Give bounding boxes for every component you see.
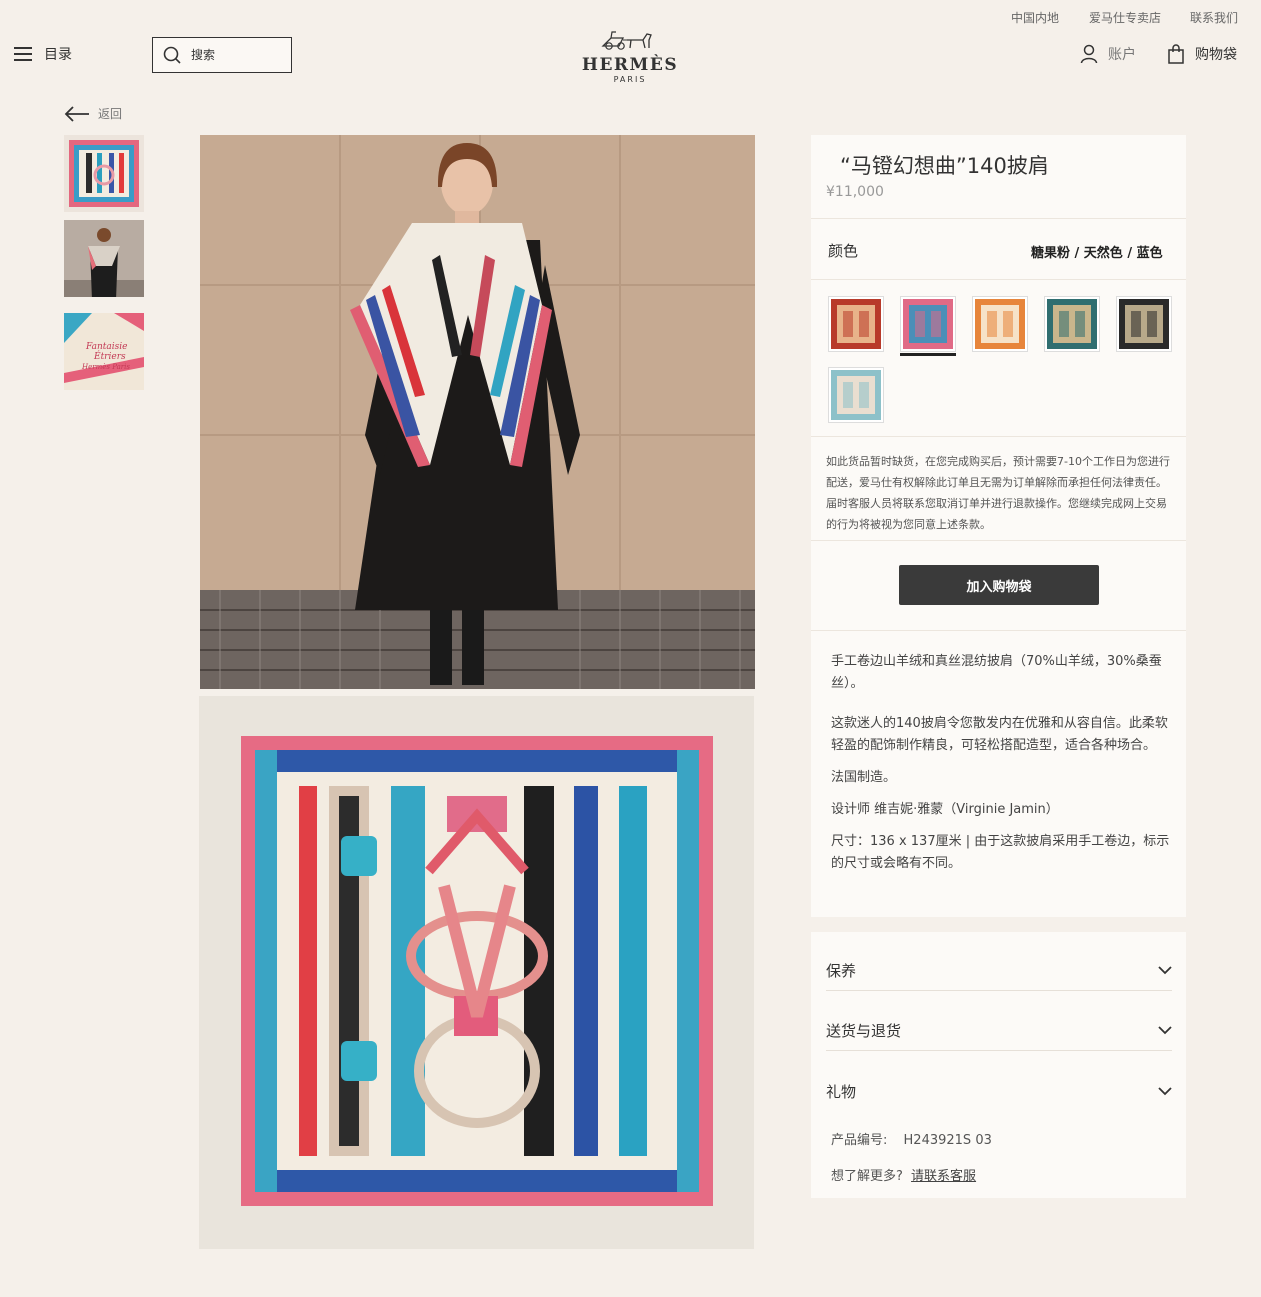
description-origin: 法国制造。 [831, 770, 897, 785]
thumb-text-1: Fantaisie [85, 342, 127, 352]
model-thumbnail-image [64, 220, 144, 297]
swatch-scarf-image [903, 299, 953, 349]
brand-logo[interactable]: HERMÈS PARIS [580, 28, 680, 84]
more-info-row: 想了解更多? 请联系客服 [831, 1165, 976, 1184]
thumb-text-3: Hermès Paris [81, 363, 130, 371]
carriage-logo-icon [601, 31, 652, 50]
thumbnail-3[interactable]: Fantaisie Étriers Hermès Paris [64, 313, 144, 390]
hamburger-icon [14, 47, 32, 61]
back-label: 返回 [98, 107, 123, 121]
thumb-text-2: Étriers [93, 350, 126, 362]
search-input[interactable] [191, 48, 281, 62]
logo-brand: HERMÈS [581, 55, 679, 75]
accordion-label: 送货与退货 [826, 1022, 902, 1040]
account-label: 账户 [1108, 47, 1136, 63]
description-designer: 设计师 维吉妮·雅蒙（Virginie Jamin） [831, 802, 1059, 817]
add-to-bag-button[interactable]: 加入购物袋 [899, 565, 1099, 605]
product-price: ¥11,000 [826, 184, 884, 200]
bag-label: 购物袋 [1195, 47, 1237, 63]
scarf-flat-thumbnail-image [64, 135, 144, 212]
color-value: 糖果粉 / 天然色 / 蓝色 [1031, 246, 1163, 261]
swatch-scarf-image [1119, 299, 1169, 349]
search-icon [163, 46, 181, 64]
divider [811, 279, 1186, 280]
scarf-detail-thumbnail-image: Fantaisie Étriers Hermès Paris [64, 313, 144, 390]
sku-label: 产品编号: [831, 1133, 888, 1148]
divider [811, 218, 1186, 219]
logo-sub: PARIS [613, 75, 647, 84]
stock-notice: 如此货品暂时缺货，在您完成购买后，预计需要7-10个工作日为您进行配送，爱马仕有… [826, 455, 1170, 531]
account-button[interactable]: 账户 [1080, 44, 1136, 64]
region-link[interactable]: 中国内地 [1011, 9, 1059, 26]
sku-value: H243921S 03 [903, 1133, 992, 1148]
color-label: 颜色 [828, 242, 859, 260]
divider [811, 630, 1186, 631]
thumbnail-2[interactable] [64, 220, 144, 297]
user-icon [1080, 44, 1098, 64]
accordion-gift[interactable]: 礼物 [826, 1071, 1172, 1111]
product-image-flat[interactable] [199, 696, 754, 1249]
contact-service-link[interactable]: 请联系客服 [911, 1169, 976, 1184]
color-swatch-sky[interactable] [828, 367, 884, 423]
chevron-down-icon [1158, 1086, 1172, 1095]
description-material: 手工卷边山羊绒和真丝混纺披肩（70%山羊绒，30%桑蚕丝）。 [831, 654, 1162, 691]
swatch-scarf-image [975, 299, 1025, 349]
color-swatch-red[interactable] [828, 296, 884, 352]
thumbnail-1[interactable] [64, 135, 144, 212]
accordion-care[interactable]: 保养 [826, 951, 1172, 991]
accordion-shipping-returns[interactable]: 送货与退货 [826, 1011, 1172, 1051]
chevron-down-icon [1158, 966, 1172, 975]
swatch-scarf-image [831, 299, 881, 349]
selected-swatch-indicator [900, 353, 956, 356]
chevron-down-icon [1158, 1026, 1172, 1035]
contact-link[interactable]: 联系我们 [1190, 9, 1238, 26]
swatch-scarf-image [831, 370, 881, 420]
menu-label: 目录 [44, 47, 72, 63]
color-swatch-teal[interactable] [1044, 296, 1100, 352]
product-title: “马镫幻想曲”140披肩 [840, 154, 1049, 178]
swatch-scarf-image [1047, 299, 1097, 349]
accordion-label: 礼物 [826, 1082, 857, 1101]
stores-link[interactable]: 爱马仕专卖店 [1089, 9, 1161, 26]
description-intro: 这款迷人的140披肩令您散发内在优雅和从容自信。此柔软轻盈的配饰制作精良，可轻松… [831, 716, 1168, 753]
arrow-left-icon [64, 105, 89, 122]
back-link[interactable]: 返回 [64, 105, 122, 122]
scarf-flat-image [199, 696, 754, 1249]
divider [811, 540, 1186, 541]
product-description: 手工卷边山羊绒和真丝混纺披肩（70%山羊绒，30%桑蚕丝）。 这款迷人的140披… [831, 651, 1173, 875]
product-image-model[interactable] [200, 135, 755, 689]
shopping-bag-icon [1168, 44, 1184, 64]
bag-button[interactable]: 购物袋 [1167, 44, 1237, 64]
color-swatch-orange[interactable] [972, 296, 1028, 352]
search-box[interactable] [152, 37, 292, 73]
description-size: 尺寸：136 x 137厘米 | 由于这款披肩采用手工卷边，标示的尺寸或会略有不… [831, 834, 1170, 871]
more-info-label: 想了解更多? [831, 1169, 903, 1184]
divider [811, 436, 1186, 437]
color-swatch-black[interactable] [1116, 296, 1172, 352]
sku-row: 产品编号: H243921S 03 [831, 1129, 992, 1148]
model-wearing-scarf-image [200, 135, 755, 689]
menu-button[interactable]: 目录 [14, 44, 72, 64]
accordion-label: 保养 [826, 962, 857, 980]
color-swatch-candy-pink[interactable] [900, 296, 956, 352]
